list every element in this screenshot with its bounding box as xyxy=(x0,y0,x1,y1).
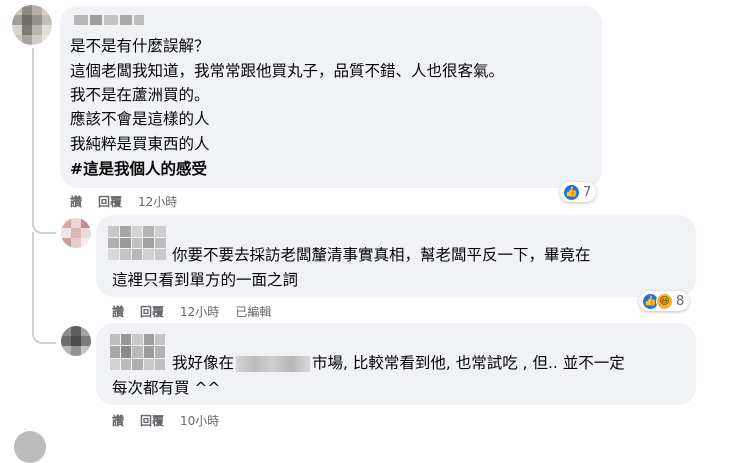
edited-label[interactable]: 已編輯 xyxy=(235,303,271,320)
reply-text-line: 你要不要去採訪老闆釐清事實真相，幫老闆平反一下，畢竟在 xyxy=(172,246,591,264)
reply-text-line: 每次都有買 ^^ xyxy=(112,379,221,397)
like-button[interactable]: 讚 xyxy=(70,193,82,210)
next-commenter-avatar[interactable] xyxy=(14,431,46,463)
timestamp[interactable]: 10小時 xyxy=(180,412,219,429)
comment-text-line: 我純粹是買東西的人 xyxy=(70,135,210,153)
reply-text-prefix: 我好像在 xyxy=(172,354,235,372)
reply-button[interactable]: 回覆 xyxy=(140,412,164,429)
thumbs-up-icon: 👍 xyxy=(563,183,580,201)
reaction-summary[interactable]: 👍 😆 8 xyxy=(639,291,690,311)
reaction-count: 8 xyxy=(676,293,685,309)
reply-button[interactable]: 回覆 xyxy=(98,193,122,210)
replier-name-blurred[interactable] xyxy=(110,334,165,370)
timestamp[interactable]: 12小時 xyxy=(138,193,177,210)
replier-name-blurred[interactable] xyxy=(108,226,166,260)
like-button[interactable]: 讚 xyxy=(112,412,124,429)
comment-text-line: 是不是有什麼誤解？ xyxy=(70,37,210,55)
reply-text-suffix: 市場, 比較常看到他, 也常試吃 , 但.. 並不一定 xyxy=(312,354,625,372)
thread-connector xyxy=(32,232,56,344)
comment-hashtag[interactable]: #這是我個人的感受 xyxy=(70,158,207,180)
reaction-count: 7 xyxy=(583,184,592,200)
reply-text-line: 這裡只看到單方的一面之詞 xyxy=(112,271,299,289)
reply-avatar[interactable] xyxy=(61,326,91,356)
reply-avatar[interactable] xyxy=(61,218,91,248)
comment-text-line: 應該不會是這樣的人 xyxy=(70,110,210,128)
thread-connector xyxy=(32,48,56,234)
comment-actions: 讚 回覆 12小時 xyxy=(70,193,177,210)
reply-actions: 讚 回覆 12小時 已編輯 xyxy=(112,303,271,320)
comment-text-line: 我不是在蘆洲買的。 xyxy=(70,86,210,104)
commenter-name-blurred[interactable] xyxy=(74,15,144,25)
timestamp[interactable]: 12小時 xyxy=(180,303,219,320)
like-button[interactable]: 讚 xyxy=(112,303,124,320)
reaction-summary[interactable]: 👍 7 xyxy=(560,182,597,202)
redacted-location xyxy=(236,355,311,372)
commenter-avatar[interactable] xyxy=(12,5,52,45)
comment-text-line: 這個老闆我知道，我常常跟他買丸子，品質不錯、人也很客氣。 xyxy=(70,62,505,80)
reply-button[interactable]: 回覆 xyxy=(140,303,164,320)
laughing-face-icon: 😆 xyxy=(656,292,673,310)
reply-actions: 讚 回覆 10小時 xyxy=(112,412,219,429)
reply-text-line: 我好像在 市場, 比較常看到他, 也常試吃 , 但.. 並不一定 xyxy=(172,352,625,374)
